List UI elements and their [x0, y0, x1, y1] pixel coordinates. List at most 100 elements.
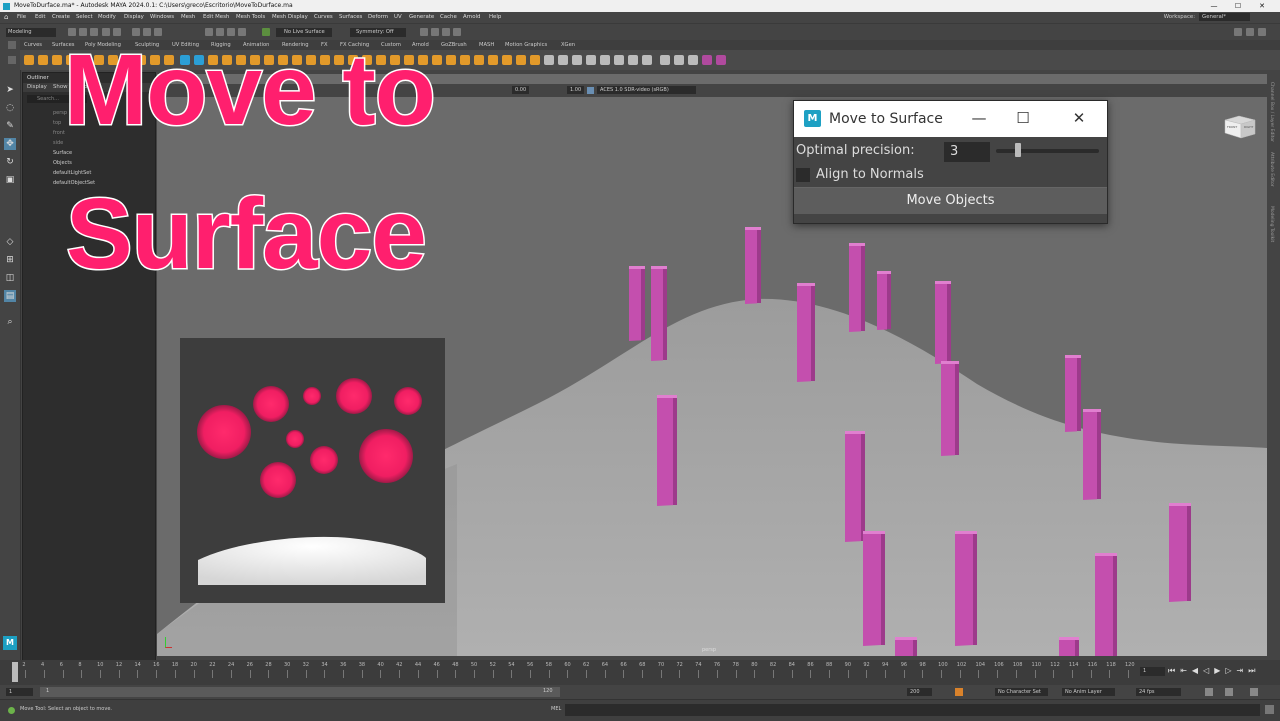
- pillar-object[interactable]: [895, 639, 913, 656]
- pillar-object[interactable]: [845, 433, 861, 542]
- current-frame-field[interactable]: 1: [1140, 667, 1165, 676]
- shelf-tab-curves[interactable]: Curves: [24, 40, 42, 50]
- toggle-tool-settings-icon[interactable]: [1258, 28, 1266, 36]
- command-input[interactable]: [565, 704, 1260, 716]
- move-objects-button[interactable]: Move Objects: [794, 187, 1107, 214]
- curve-tool-icon[interactable]: [24, 55, 34, 65]
- center-pivot-icon[interactable]: [674, 55, 684, 65]
- channel-box-tab[interactable]: Channel Box / Layer Editor: [1269, 82, 1274, 142]
- fps-dropdown[interactable]: 24 fps: [1136, 688, 1181, 696]
- align-icon[interactable]: [460, 55, 470, 65]
- menu-generate[interactable]: Generate: [409, 12, 434, 23]
- script-editor-icon[interactable]: [1265, 705, 1274, 714]
- pillar-object[interactable]: [935, 283, 947, 364]
- group-icon[interactable]: [688, 55, 698, 65]
- colorspace-icon[interactable]: [587, 87, 594, 94]
- history-icon[interactable]: [660, 55, 670, 65]
- cut-curve-icon[interactable]: [502, 55, 512, 65]
- step-forward-key-icon[interactable]: ⇥: [1237, 666, 1249, 675]
- menu-curves[interactable]: Curves: [314, 12, 333, 23]
- pillar-object[interactable]: [1059, 639, 1075, 656]
- pillar-object[interactable]: [651, 268, 663, 361]
- minimize-button[interactable]: —: [1202, 0, 1226, 12]
- menu-surfaces[interactable]: Surfaces: [339, 12, 362, 23]
- smooth-curve-icon[interactable]: [530, 55, 540, 65]
- step-back-icon[interactable]: ◀: [1192, 666, 1203, 675]
- menu-mesh-tools[interactable]: Mesh Tools: [236, 12, 265, 23]
- menu-uv[interactable]: UV: [394, 12, 402, 23]
- play-forward-icon[interactable]: ▶: [1214, 666, 1225, 675]
- bezier-icon[interactable]: [52, 55, 62, 65]
- toggle-channel-box-icon[interactable]: [1234, 28, 1242, 36]
- outliner-item-objects[interactable]: Objects: [53, 160, 72, 166]
- pillar-object[interactable]: [863, 533, 881, 647]
- outliner-item-defaultlightset[interactable]: defaultLightSet: [53, 170, 91, 176]
- pillar-object[interactable]: [629, 268, 641, 341]
- shelf-tab-gozbrush[interactable]: GoZBrush: [441, 40, 467, 50]
- select-tool-icon[interactable]: ➤: [4, 84, 16, 96]
- outliner-item-top[interactable]: top: [53, 120, 61, 126]
- arrange-icon[interactable]: [586, 55, 596, 65]
- pillar-object[interactable]: [877, 273, 887, 330]
- menu-file[interactable]: File: [17, 12, 26, 23]
- home-icon[interactable]: ⌂: [4, 12, 8, 23]
- range-slider-bar[interactable]: [40, 687, 560, 697]
- dialog-maximize-button[interactable]: ☐: [1009, 106, 1037, 130]
- dialog-close-button[interactable]: ✕: [1065, 106, 1093, 130]
- near-clip-field[interactable]: 0.00: [512, 86, 530, 94]
- pillar-object[interactable]: [941, 363, 955, 456]
- outliner-layout-icon[interactable]: ▤: [4, 290, 16, 302]
- four-view-icon[interactable]: ⊞: [4, 254, 16, 266]
- command-language[interactable]: MEL: [551, 706, 561, 712]
- lasso-tool-icon[interactable]: ◌: [4, 102, 16, 114]
- maximize-button[interactable]: ☐: [1226, 0, 1250, 12]
- menu-edit-mesh[interactable]: Edit Mesh: [203, 12, 229, 23]
- extend-icon[interactable]: [446, 55, 456, 65]
- play-back-icon[interactable]: ◁: [1203, 666, 1214, 675]
- attribute-editor-tab[interactable]: Attribute Editor: [1269, 152, 1274, 187]
- menu-mesh[interactable]: Mesh: [181, 12, 195, 23]
- pillar-object[interactable]: [745, 229, 757, 304]
- shelf-tab-mash[interactable]: MASH: [479, 40, 494, 50]
- rotate-tool-icon[interactable]: ↻: [4, 156, 16, 168]
- menu-edit[interactable]: Edit: [35, 12, 45, 23]
- shelf-tab-xgen[interactable]: XGen: [561, 40, 575, 50]
- modeling-toolkit-tab[interactable]: Modeling Toolkit: [1269, 206, 1274, 242]
- zoom-icon[interactable]: ⌕: [4, 316, 16, 328]
- pillar-object[interactable]: [955, 533, 973, 646]
- step-back-key-icon[interactable]: ⇤: [1180, 666, 1192, 675]
- menu-arnold[interactable]: Arnold: [463, 12, 480, 23]
- render-settings-icon[interactable]: [442, 28, 450, 36]
- menu-cache[interactable]: Cache: [440, 12, 457, 23]
- character-set-dropdown[interactable]: No Character Set: [995, 688, 1048, 696]
- layout-icon[interactable]: [572, 55, 582, 65]
- pillar-object[interactable]: [1065, 357, 1077, 432]
- outliner-menu-display[interactable]: Display: [27, 84, 47, 90]
- pillar-object[interactable]: [797, 285, 811, 382]
- pillar-object[interactable]: [1169, 505, 1187, 603]
- custom-script-icon[interactable]: [716, 55, 726, 65]
- anim-layer-dropdown[interactable]: No Anim Layer: [1062, 688, 1115, 696]
- menu-select[interactable]: Select: [76, 12, 93, 23]
- pillar-object[interactable]: [1095, 555, 1113, 656]
- shelf-settings-icon[interactable]: [8, 41, 16, 49]
- shelf-tab-motion-graphics[interactable]: Motion Graphics: [505, 40, 547, 50]
- go-to-end-icon[interactable]: ⏭: [1248, 666, 1260, 675]
- align-to-normals-checkbox[interactable]: [796, 168, 810, 182]
- pillar-object[interactable]: [1083, 411, 1097, 501]
- ep-curve-icon[interactable]: [38, 55, 48, 65]
- pillar-object[interactable]: [657, 397, 673, 507]
- scale-tool-icon[interactable]: ▣: [4, 174, 16, 186]
- distribute-icon[interactable]: [600, 55, 610, 65]
- dialog-minimize-button[interactable]: —: [965, 106, 993, 130]
- menu-deform[interactable]: Deform: [368, 12, 388, 23]
- two-view-icon[interactable]: ◫: [4, 272, 16, 284]
- precision-input[interactable]: 3: [944, 142, 990, 162]
- go-to-start-icon[interactable]: ⏮: [1168, 666, 1180, 675]
- freeze-icon[interactable]: [642, 55, 652, 65]
- curve-fillet-icon[interactable]: [474, 55, 484, 65]
- workspace-dropdown[interactable]: General*: [1199, 13, 1250, 21]
- duplicate-surface-curve-icon[interactable]: [516, 55, 526, 65]
- precision-slider-handle[interactable]: [1015, 143, 1022, 157]
- move-tool-icon[interactable]: ✥: [4, 138, 16, 150]
